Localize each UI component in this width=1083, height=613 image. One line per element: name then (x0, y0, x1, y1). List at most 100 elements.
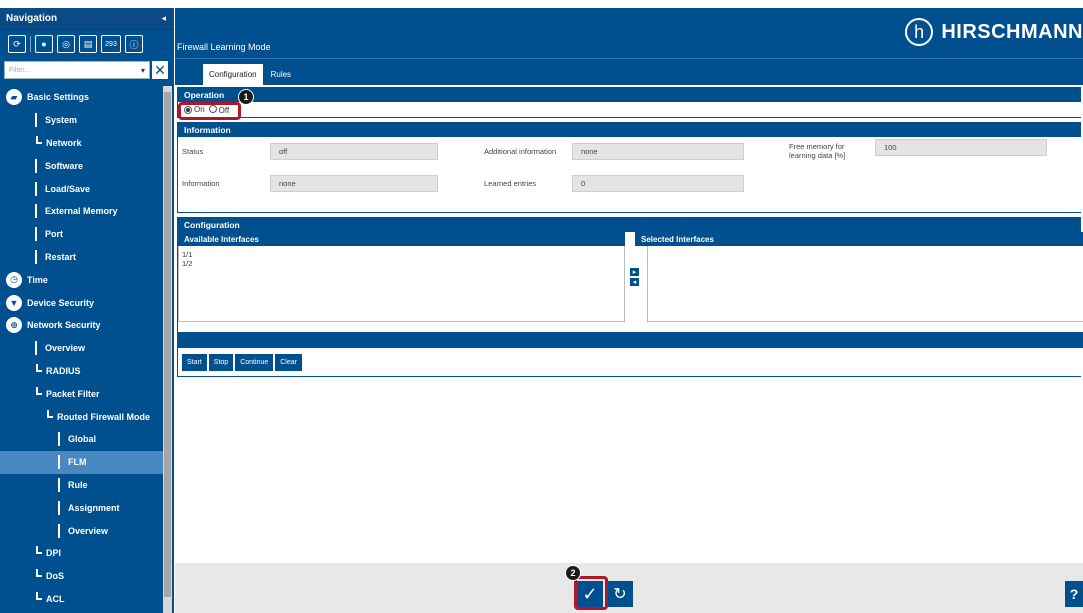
sidebar-item-label: ACL (46, 593, 65, 604)
stop-button[interactable]: Stop (208, 354, 234, 371)
tree-connector (36, 546, 42, 555)
top-strip (0, 0, 1083, 8)
sidebar-item-packet-filter[interactable]: Packet Filter (0, 382, 163, 405)
user-icon[interactable]: ● (35, 35, 53, 53)
information-title: Information (178, 123, 1081, 137)
interface-item[interactable]: 1/1 (182, 250, 621, 259)
information-label: Information (182, 179, 220, 188)
export-icon[interactable]: ▤ (79, 35, 97, 53)
sidebar-item-restart[interactable]: Restart (0, 246, 163, 269)
tree-connector (58, 523, 60, 538)
sidebar-item-basic-settings[interactable]: ▰ Basic Settings (0, 86, 163, 109)
sidebar-scroll-thumb[interactable] (164, 92, 171, 597)
interface-item[interactable]: 1/2 (182, 259, 621, 268)
sidebar-item-label: Overview (45, 343, 86, 354)
info-icon[interactable]: ⓘ (125, 35, 143, 53)
page-header: Firewall Learning Mode h HIRSCHMANN (175, 8, 1083, 58)
tree-connector (35, 158, 37, 173)
available-interfaces-title: Available Interfaces (178, 232, 625, 246)
selected-interfaces-list[interactable] (647, 246, 1083, 322)
chevron-down-icon[interactable]: ▾ (141, 66, 145, 75)
configuration-title: Configuration (178, 218, 1081, 232)
sidebar-item-network[interactable]: Network (0, 132, 163, 155)
additional-info-label: Additional information (484, 147, 557, 156)
toolbar-divider (30, 36, 31, 52)
sidebar-item-device-security[interactable]: ▼ Device Security (0, 291, 163, 314)
learned-entries-label: Learned entries (484, 179, 537, 188)
help-button[interactable]: ? (1065, 581, 1083, 607)
learning-progress-bar (178, 332, 1083, 348)
collapse-sidebar-icon[interactable]: ◂ (161, 13, 166, 24)
sidebar-item-label: FLM (68, 457, 87, 468)
sidebar-item-dpi[interactable]: DPI (0, 542, 163, 565)
sidebar-item-software[interactable]: Software (0, 154, 163, 177)
learned-entries-field: 0 (572, 175, 744, 192)
status-field: off (270, 143, 438, 160)
operation-radio-group: On Off (178, 102, 1081, 117)
available-interfaces-list[interactable]: 1/1 1/2 (178, 246, 625, 322)
free-memory-label: Free memory for learning data [%] (789, 142, 846, 160)
tree-connector (35, 204, 37, 219)
sidebar-item-radius[interactable]: RADIUS (0, 360, 163, 383)
sidebar-item-label: Time (27, 274, 48, 285)
sidebar-item-assignment[interactable]: Assignment (0, 496, 163, 519)
sidebar-item-rule[interactable]: Rule (0, 474, 163, 497)
tree-connector (58, 477, 60, 492)
shield-icon: ▼ (6, 294, 22, 311)
callout-highlight-apply (574, 576, 608, 610)
tree-connector (35, 113, 37, 128)
tree-connector (35, 181, 37, 196)
sidebar-scrollbar[interactable] (163, 86, 172, 613)
continue-button[interactable]: Continue (235, 354, 274, 371)
hirschmann-logo-icon: h (905, 18, 934, 46)
tree-connector (36, 135, 42, 144)
folder-icon: ▰ (6, 89, 22, 106)
sidebar-item-external-memory[interactable]: External Memory (0, 200, 163, 223)
sidebar-item-overview[interactable]: Overview (0, 519, 163, 542)
sidebar-item-acl[interactable]: ACL (0, 588, 163, 611)
sidebar-item-label: Device Security (27, 297, 95, 308)
sidebar-item-flm[interactable]: FLM (0, 450, 163, 474)
main-content: Firewall Learning Mode h HIRSCHMANN Conf… (175, 8, 1083, 613)
tab-rules[interactable]: Rules (265, 64, 297, 85)
tree-connector (35, 227, 37, 242)
tree-connector (36, 386, 42, 395)
clear-button[interactable]: Clear (275, 354, 302, 371)
sidebar-item-time[interactable]: ◷ Time (0, 268, 163, 291)
reload-button[interactable]: ↻ (607, 581, 633, 607)
sidebar-item-global[interactable]: Global (0, 428, 163, 451)
configuration-body: Available Interfaces 1/1 1/2 ▸ ◂ Selecte… (178, 232, 1083, 376)
filter-placeholder: Filter... (9, 66, 31, 74)
sidebar-item-label: External Memory (45, 206, 118, 217)
sidebar-item-routed-firewall-mode[interactable]: Routed Firewall Mode (0, 405, 163, 428)
sidebar-item-network-security[interactable]: ⊕ Network Security (0, 314, 163, 337)
tree-connector (35, 341, 37, 356)
sidebar-item-label: System (45, 115, 78, 126)
information-panel: Information Status off Additional inform… (177, 122, 1081, 213)
tab-configuration[interactable]: Configuration (203, 64, 263, 85)
clock-icon: ◷ (6, 271, 22, 288)
tree-connector (36, 569, 42, 578)
navigation-title: Navigation (6, 13, 58, 24)
refresh-icon[interactable]: ⟳ (8, 35, 26, 53)
sidebar-item-port[interactable]: Port (0, 223, 163, 246)
callout-badge-1: 1 (238, 89, 254, 105)
sidebar-item-label: Global (68, 434, 97, 445)
tree-connector (36, 363, 42, 372)
tree-connector (47, 409, 53, 418)
navigation-sidebar: Navigation ◂ ⟳ ● ◎ ▤ 293 ⓘ Filter... ▾ ✕… (0, 8, 174, 613)
start-button[interactable]: Start (182, 354, 207, 371)
network-icon[interactable]: ◎ (57, 35, 75, 53)
move-left-icon[interactable]: ◂ (630, 278, 639, 286)
sidebar-item-system[interactable]: System (0, 109, 163, 132)
tree-connector (35, 249, 37, 264)
sidebar-item-dos[interactable]: DoS (0, 565, 163, 588)
sidebar-item-load-save[interactable]: Load/Save (0, 177, 163, 200)
clear-filter-icon[interactable]: ✕ (152, 61, 168, 79)
sidebar-item-label: Network Security (27, 320, 101, 331)
event-count-badge[interactable]: 293 (101, 35, 121, 53)
sidebar-item-overview[interactable]: Overview (0, 337, 163, 360)
navigation-header: Navigation ◂ (0, 8, 174, 30)
filter-input[interactable]: Filter... ▾ (4, 61, 150, 79)
move-right-icon[interactable]: ▸ (630, 268, 639, 276)
